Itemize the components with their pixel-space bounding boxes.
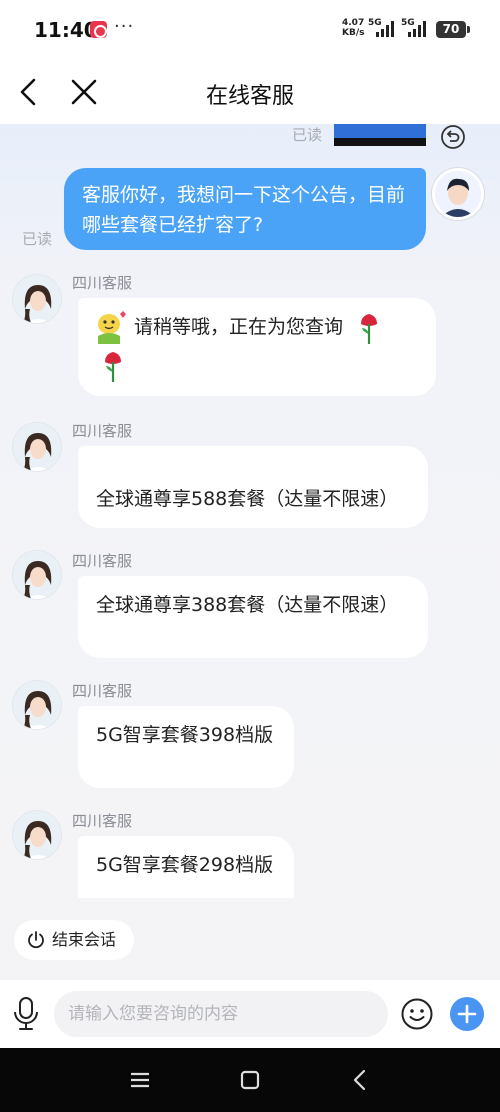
user-avatar[interactable] xyxy=(432,168,484,220)
rose-icon xyxy=(361,314,377,344)
home-icon[interactable] xyxy=(236,1066,264,1094)
user-message-bubble[interactable]: 客服你好，我想问一下这个公告，目前哪些套餐已经扩容了? xyxy=(64,168,426,250)
agent-message-bubble[interactable]: 请稍等哦，正在为您查询 xyxy=(78,298,436,396)
agent-message-bubble[interactable]: 5G智享套餐298档版 xyxy=(78,836,294,898)
message-input[interactable] xyxy=(54,991,388,1037)
smiley-sticker-icon xyxy=(98,311,126,344)
rose-icon xyxy=(105,352,121,382)
power-icon xyxy=(28,931,44,949)
add-attachment-button[interactable] xyxy=(450,997,484,1031)
network-speed: 4.07 KB/s xyxy=(342,18,364,38)
signal-strength-icon xyxy=(374,21,396,37)
network-speed-unit: KB/s xyxy=(342,28,365,38)
end-chat-button[interactable]: 结束会话 xyxy=(14,920,134,960)
agent-name: 四川客服 xyxy=(72,682,133,700)
page-title: 在线客服 xyxy=(205,84,294,109)
emoji-icon[interactable] xyxy=(400,997,434,1031)
plus-icon xyxy=(457,1004,477,1024)
agent-name: 四川客服 xyxy=(72,812,133,830)
system-navigation-bar xyxy=(0,1048,500,1112)
network-speed-value: 4.07 xyxy=(342,18,365,28)
sent-image-thumbnail[interactable] xyxy=(334,124,426,146)
nav-bar: 在线客服 xyxy=(0,60,500,124)
agent-avatar[interactable] xyxy=(12,422,62,472)
notification-app-icon xyxy=(90,21,107,38)
microphone-icon[interactable] xyxy=(10,996,42,1032)
signal-strength-icon-2 xyxy=(406,21,428,37)
agent-name: 四川客服 xyxy=(72,552,133,570)
agent-name: 四川客服 xyxy=(72,274,133,292)
end-chat-label: 结束会话 xyxy=(52,930,117,949)
agent-name: 四川客服 xyxy=(72,422,133,440)
status-time: 11:40 xyxy=(34,18,98,42)
battery-indicator: 70 xyxy=(436,21,470,38)
input-bar xyxy=(0,980,500,1048)
sent-image-strip xyxy=(334,138,426,146)
chat-area[interactable]: 已读 已读 客服你好，我想问一下这个公告，目前哪些套餐已经扩容了? 四川客服 请… xyxy=(0,124,500,980)
back-icon[interactable] xyxy=(346,1066,374,1094)
agent-message-bubble[interactable]: 全球通尊享388套餐（达量不限速） xyxy=(78,576,428,658)
read-receipt: 已读 xyxy=(22,230,53,248)
menu-icon[interactable] xyxy=(126,1066,154,1094)
agent-avatar[interactable] xyxy=(12,680,62,730)
agent-avatar[interactable] xyxy=(12,274,62,324)
read-receipt: 已读 xyxy=(292,126,323,144)
recall-icon[interactable] xyxy=(440,124,466,150)
agent-message-bubble[interactable]: 全球通尊享588套餐（达量不限速） xyxy=(78,446,428,528)
agent-message-bubble[interactable]: 5G智享套餐398档版 xyxy=(78,706,294,788)
agent-avatar[interactable] xyxy=(12,550,62,600)
status-bar: 11:40 ··· 4.07 KB/s 5G 5G 70 xyxy=(0,0,500,60)
agent-message-text: 请稍等哦，正在为您查询 xyxy=(134,316,344,338)
status-more-indicator: ··· xyxy=(114,16,135,37)
agent-avatar[interactable] xyxy=(12,810,62,860)
